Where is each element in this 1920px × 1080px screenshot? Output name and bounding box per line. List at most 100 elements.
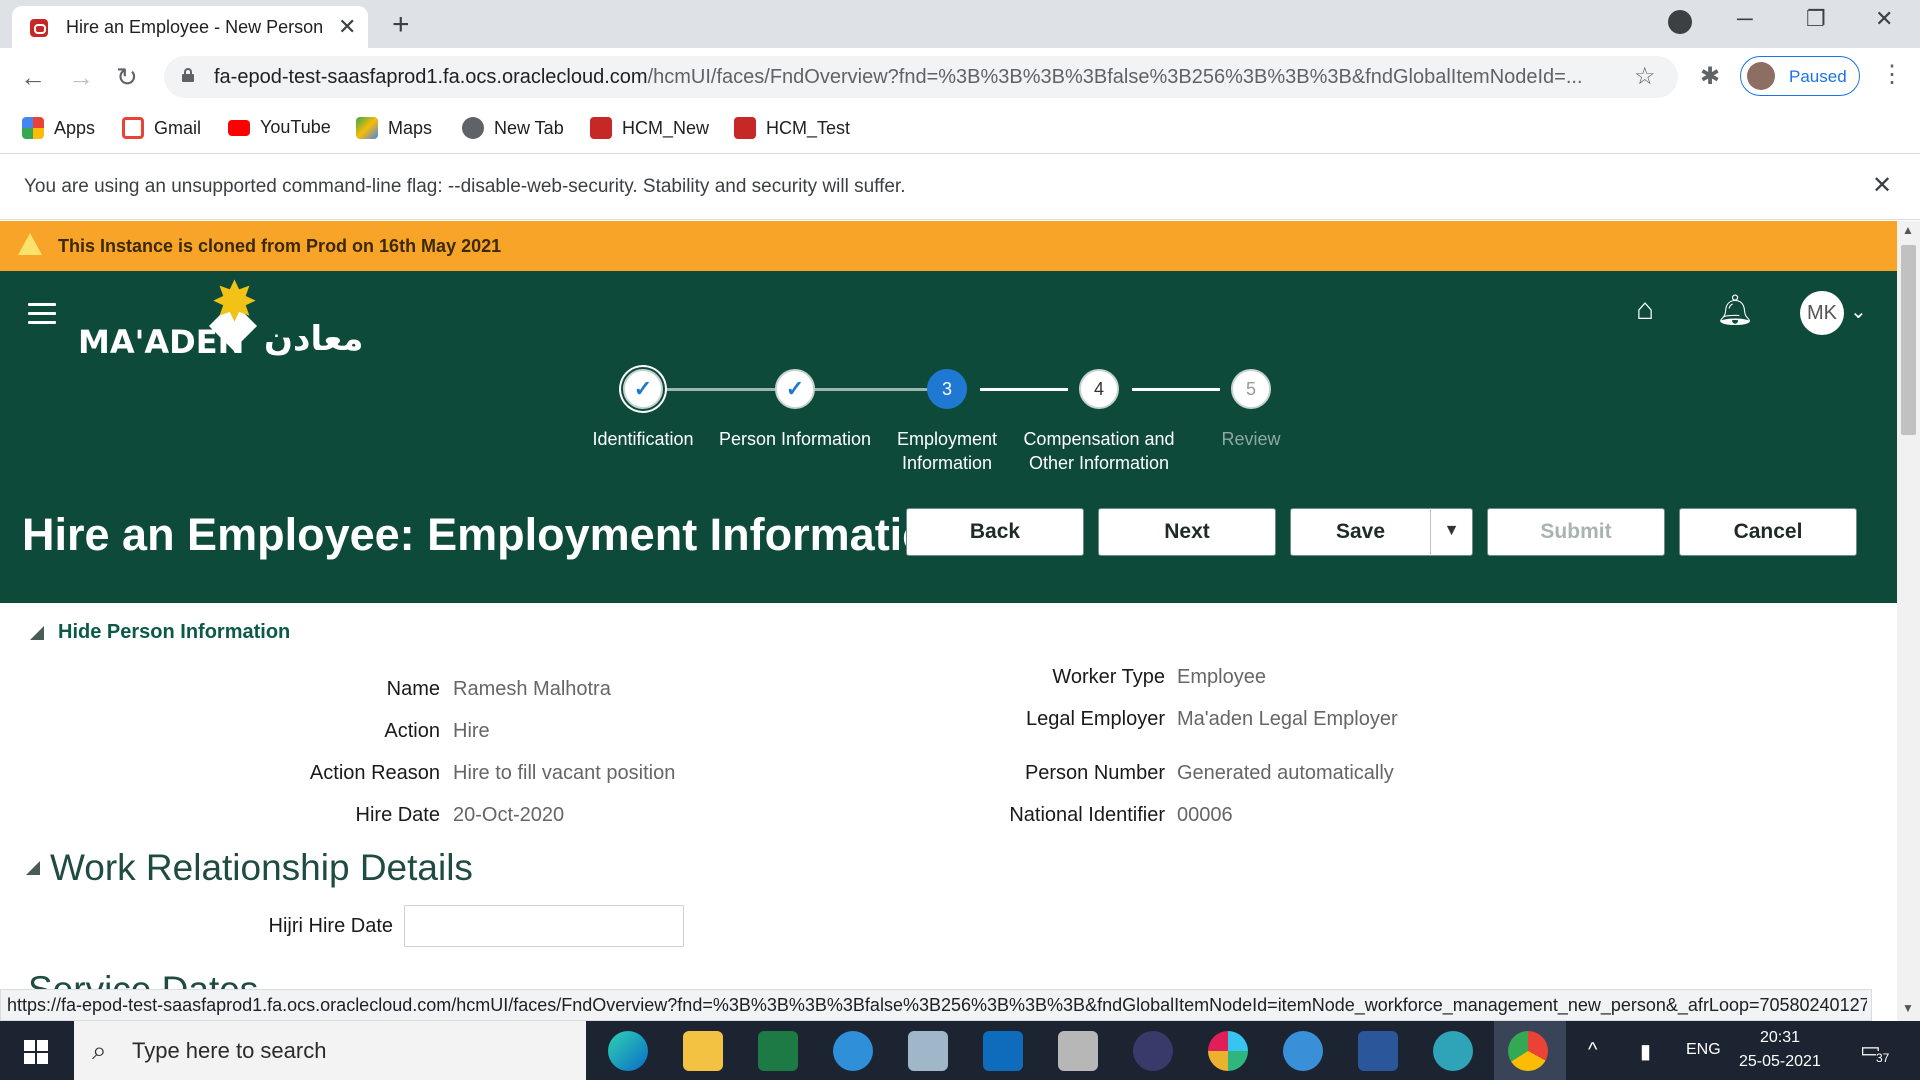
extensions-puzzle-icon[interactable]: ✱ [1700, 62, 1720, 91]
train-step-employment-information[interactable]: 3 [927, 369, 967, 409]
person-number-label: Person Number [1024, 762, 1165, 784]
maaden-logo[interactable]: ✸ MA'ADEN معادن [76, 270, 396, 362]
user-avatar[interactable]: MK [1800, 291, 1844, 335]
name-value: Ramesh Malhotra [453, 678, 611, 700]
hijri-hire-date-input[interactable] [404, 905, 684, 947]
infobar-message: You are using an unsupported command-lin… [24, 176, 906, 197]
tab-title: Hire an Employee - New Person [66, 17, 324, 37]
apps-grid-icon [22, 117, 44, 139]
back-arrow-icon[interactable]: ← [20, 62, 46, 93]
collapse-triangle-icon [26, 861, 40, 875]
browser-toolbar: ← → ↻ fa-epod-test-saasfaprod1.fa.ocs.or… [0, 48, 1920, 108]
save-dropdown-icon[interactable]: ▼ [1430, 508, 1473, 556]
submit-button: Submit [1487, 508, 1665, 556]
tab-close-icon[interactable]: ✕ [338, 14, 356, 40]
status-url-bubble: https://fa-epod-test-saasfaprod1.fa.ocs.… [0, 989, 1872, 1021]
scroll-up-icon[interactable]: ▲ [1902, 223, 1914, 237]
search-icon: ⌕ [92, 1035, 107, 1065]
hide-person-info-toggle[interactable]: Hide Person Information [30, 621, 290, 644]
lock-icon [182, 68, 194, 82]
page-scrollbar[interactable]: ▲ ▼ [1897, 221, 1920, 1021]
national-identifier-label: National Identifier [1009, 804, 1165, 826]
globe-icon [462, 117, 484, 139]
word-icon[interactable] [1358, 1031, 1398, 1071]
chevron-down-icon[interactable]: ⌄ [1850, 299, 1867, 324]
next-button[interactable]: Next [1098, 508, 1276, 556]
maps-icon [356, 117, 378, 139]
action-value: Hire [453, 720, 490, 742]
hire-date-label: Hire Date [355, 804, 440, 826]
person-number-value: Generated automatically [1177, 762, 1394, 784]
clock-date[interactable]: 25-05-2021 [1739, 1053, 1821, 1071]
windows-start-icon[interactable] [24, 1040, 48, 1064]
train-connector [814, 388, 928, 391]
minimize-button[interactable]: ─ [1737, 6, 1753, 32]
bookmark-youtube[interactable]: YouTube [228, 117, 331, 138]
profile-button[interactable]: Paused [1740, 56, 1860, 96]
close-window-button[interactable]: ✕ [1875, 6, 1893, 32]
app-header: ✸ MA'ADEN معادن ⌂ 🔔︎ MK ⌄ ✓ ✓ 3 4 5 Iden… [0, 271, 1897, 603]
bookmark-maps[interactable]: Maps [356, 117, 432, 139]
reload-icon[interactable]: ↻ [116, 62, 138, 93]
infobar-close-icon[interactable]: ✕ [1872, 171, 1892, 200]
tray-chevron-up-icon[interactable]: ^ [1588, 1039, 1597, 1062]
train-step-person-information[interactable]: ✓ [775, 369, 815, 409]
train-step-identification[interactable]: ✓ [623, 369, 663, 409]
excel-icon[interactable] [758, 1031, 798, 1071]
service-dates-section-header[interactable]: Service Dates [28, 969, 258, 989]
tab-search-icon[interactable] [1668, 10, 1692, 34]
unsupported-flag-infobar: You are using an unsupported command-lin… [0, 155, 1920, 220]
checkmark-icon: ✓ [633, 376, 653, 401]
chrome-icon[interactable] [1508, 1031, 1548, 1071]
forward-arrow-icon[interactable]: → [68, 62, 94, 93]
train-connector [662, 388, 776, 391]
skype-icon[interactable] [1283, 1031, 1323, 1071]
bookmark-gmail[interactable]: Gmail [122, 117, 201, 139]
home-icon[interactable]: ⌂ [1636, 293, 1654, 327]
edge-icon[interactable] [608, 1031, 648, 1071]
notifications-bell-icon[interactable]: 🔔︎ [1716, 293, 1754, 328]
worker-type-value: Employee [1177, 666, 1266, 688]
hamburger-menu-icon[interactable] [28, 303, 56, 330]
file-explorer-icon[interactable] [683, 1031, 723, 1071]
bookmark-star-icon[interactable]: ☆ [1634, 62, 1656, 91]
outlook-icon[interactable] [983, 1031, 1023, 1071]
action-reason-label: Action Reason [309, 762, 440, 784]
snipping-tool-icon[interactable] [1133, 1031, 1173, 1071]
bookmark-hcm-new[interactable]: HCM_New [590, 117, 709, 139]
save-button[interactable]: Save [1290, 508, 1431, 556]
cancel-button[interactable]: Cancel [1679, 508, 1857, 556]
logo-star-icon: ✸ [211, 270, 258, 333]
notepad-icon[interactable] [908, 1031, 948, 1071]
logo-text: MA'ADEN [78, 323, 245, 361]
oracle-icon [734, 117, 756, 139]
microphone-icon[interactable]: ▮ [1640, 1039, 1651, 1064]
scrollbar-thumb[interactable] [1901, 245, 1916, 435]
language-indicator[interactable]: ENG [1686, 1041, 1721, 1059]
browser-tab-strip: Hire an Employee - New Person ✕ + ─ ❐ ✕ [0, 0, 1920, 48]
bookmark-apps[interactable]: Apps [22, 117, 95, 139]
name-label: Name [386, 678, 440, 700]
browser-menu-icon[interactable]: ⋮ [1880, 60, 1904, 89]
checkmark-icon: ✓ [785, 376, 805, 401]
browser-tab[interactable]: Hire an Employee - New Person ✕ [12, 6, 368, 48]
new-tab-button[interactable]: + [392, 8, 410, 42]
legal-employer-value: Ma'aden Legal Employer [1177, 708, 1398, 730]
scroll-down-icon[interactable]: ▼ [1902, 1001, 1914, 1015]
back-button[interactable]: Back [906, 508, 1084, 556]
browser-app-icon[interactable] [1433, 1031, 1473, 1071]
teams-meeting-icon[interactable] [833, 1031, 873, 1071]
bookmark-hcm-test[interactable]: HCM_Test [734, 117, 850, 139]
banner-message: This Instance is cloned from Prod on 16t… [58, 236, 502, 256]
address-bar[interactable]: fa-epod-test-saasfaprod1.fa.ocs.oraclecl… [164, 56, 1678, 98]
status-url-text: https://fa-epod-test-saasfaprod1.fa.ocs.… [7, 995, 1867, 1015]
clock-time[interactable]: 20:31 [1760, 1029, 1800, 1047]
collapse-triangle-icon [30, 625, 44, 640]
remote-desktop-icon[interactable] [1058, 1031, 1098, 1071]
train-step-compensation[interactable]: 4 [1079, 369, 1119, 409]
restore-button[interactable]: ❐ [1806, 6, 1826, 32]
work-relationship-section-header[interactable]: Work Relationship Details [26, 847, 473, 889]
bookmark-new-tab[interactable]: New Tab [462, 117, 564, 139]
slack-icon[interactable] [1208, 1031, 1248, 1071]
taskbar-search-box[interactable]: ⌕ Type here to search [74, 1021, 586, 1080]
